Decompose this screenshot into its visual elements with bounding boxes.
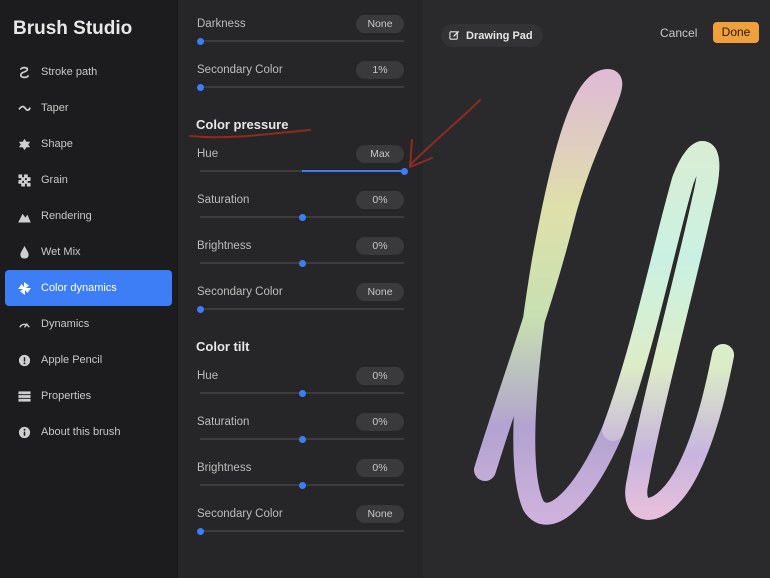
sidebar-item-label: Shape <box>41 138 73 150</box>
sidebar-item-rendering[interactable]: Rendering <box>5 198 172 234</box>
slider-label: Saturation <box>197 194 250 206</box>
sidebar-item-shape[interactable]: Shape <box>5 126 172 162</box>
darkness-slider-row[interactable]: Darkness None <box>196 15 404 58</box>
grain-icon <box>17 173 31 187</box>
slider-value[interactable]: 0% <box>356 413 404 431</box>
brush-stroke-preview <box>474 68 734 525</box>
color-pressure-title: Color pressure <box>196 117 289 132</box>
wet-mix-icon <box>17 245 31 259</box>
slider-label: Secondary Color <box>197 64 283 76</box>
sidebar-item-wet-mix[interactable]: Wet Mix <box>5 234 172 270</box>
slider-value[interactable]: 0% <box>356 237 404 255</box>
slider-thumb[interactable] <box>196 83 204 91</box>
sidebar-item-label: Taper <box>41 102 69 114</box>
slider-label: Secondary Color <box>197 286 283 298</box>
slider-thumb[interactable] <box>400 167 408 175</box>
slider-label: Hue <box>197 148 219 160</box>
tilt-hue-slider-row[interactable]: Hue 0% <box>196 367 404 410</box>
settings-panel: Darkness None Secondary Color 1% Color p… <box>178 0 423 578</box>
slider-track[interactable] <box>200 481 404 489</box>
sidebar-item-label: Grain <box>41 174 68 186</box>
sidebar-item-label: Dynamics <box>41 318 90 330</box>
sidebar-item-apple-pencil[interactable]: Apple Pencil <box>5 342 172 378</box>
sidebar-item-label: Wet Mix <box>41 246 81 258</box>
slider-label: Saturation <box>197 416 250 428</box>
sidebar-item-stroke-path[interactable]: Stroke path <box>5 54 172 90</box>
color-dynamics-icon <box>17 281 31 295</box>
slider-thumb[interactable] <box>298 481 306 489</box>
slider-value[interactable]: 1% <box>356 61 404 79</box>
slider-track[interactable] <box>200 167 408 175</box>
slider-track[interactable] <box>196 37 404 45</box>
slider-fill <box>302 170 404 172</box>
slider-track[interactable] <box>196 83 404 91</box>
slider-value[interactable]: None <box>356 15 404 33</box>
sidebar-item-label: Stroke path <box>41 66 98 78</box>
sidebar-item-label: About this brush <box>41 426 121 438</box>
sidebar-item-label: Rendering <box>41 210 92 222</box>
secondary-color-slider-row[interactable]: Secondary Color 1% <box>196 61 404 104</box>
slider-track[interactable] <box>200 213 404 221</box>
slider-thumb[interactable] <box>298 389 306 397</box>
sidebar: Brush Studio Stroke path Taper Shape Gra… <box>0 0 178 578</box>
slider-value[interactable]: 0% <box>356 459 404 477</box>
pressure-secondary-color-slider-row[interactable]: Secondary Color None <box>196 283 404 326</box>
slider-track[interactable] <box>200 389 404 397</box>
slider-label: Brightness <box>197 462 252 474</box>
stroke-path-icon <box>17 65 31 79</box>
slider-thumb[interactable] <box>298 435 306 443</box>
dynamics-icon <box>17 317 31 331</box>
slider-label: Darkness <box>197 18 246 30</box>
sidebar-item-label: Apple Pencil <box>41 354 103 366</box>
sidebar-item-properties[interactable]: Properties <box>5 378 172 414</box>
slider-thumb[interactable] <box>196 527 204 535</box>
sidebar-item-dynamics[interactable]: Dynamics <box>5 306 172 342</box>
slider-thumb[interactable] <box>298 259 306 267</box>
sidebar-item-color-dynamics[interactable]: Color dynamics <box>5 270 172 306</box>
shape-icon <box>17 137 31 151</box>
sidebar-item-about[interactable]: About this brush <box>5 414 172 450</box>
slider-label: Hue <box>197 370 219 382</box>
slider-thumb[interactable] <box>298 213 306 221</box>
slider-value[interactable]: Max <box>356 145 404 163</box>
sidebar-item-grain[interactable]: Grain <box>5 162 172 198</box>
tilt-brightness-slider-row[interactable]: Brightness 0% <box>196 459 404 502</box>
slider-value[interactable]: 0% <box>356 367 404 385</box>
sidebar-item-taper[interactable]: Taper <box>5 90 172 126</box>
slider-track[interactable] <box>200 259 404 267</box>
sidebar-item-label: Properties <box>41 390 92 402</box>
tilt-saturation-slider-row[interactable]: Saturation 0% <box>196 413 404 456</box>
taper-icon <box>17 101 31 115</box>
tilt-secondary-color-slider-row[interactable]: Secondary Color None <box>196 505 404 548</box>
slider-value[interactable]: None <box>356 283 404 301</box>
color-tilt-title: Color tilt <box>196 339 250 354</box>
slider-label: Secondary Color <box>197 508 283 520</box>
about-icon <box>17 425 31 439</box>
pressure-hue-slider-row[interactable]: Hue Max <box>196 145 408 188</box>
slider-label: Brightness <box>197 240 252 252</box>
slider-track[interactable] <box>196 305 404 313</box>
pressure-saturation-slider-row[interactable]: Saturation 0% <box>196 191 404 234</box>
slider-thumb[interactable] <box>196 305 204 313</box>
apple-pencil-icon <box>17 353 31 367</box>
slider-value[interactable]: 0% <box>356 191 404 209</box>
slider-value[interactable]: None <box>356 505 404 523</box>
drawing-pad-canvas[interactable]: Drawing Pad Cancel Done <box>423 0 770 578</box>
sidebar-nav: Stroke path Taper Shape Grain Rendering … <box>5 54 172 450</box>
app-title: Brush Studio <box>13 18 133 39</box>
slider-track[interactable] <box>200 435 404 443</box>
rendering-icon <box>17 209 31 223</box>
properties-icon <box>17 389 31 403</box>
slider-track[interactable] <box>196 527 404 535</box>
sidebar-item-label: Color dynamics <box>41 282 117 294</box>
slider-thumb[interactable] <box>196 37 204 45</box>
pressure-brightness-slider-row[interactable]: Brightness 0% <box>196 237 404 280</box>
